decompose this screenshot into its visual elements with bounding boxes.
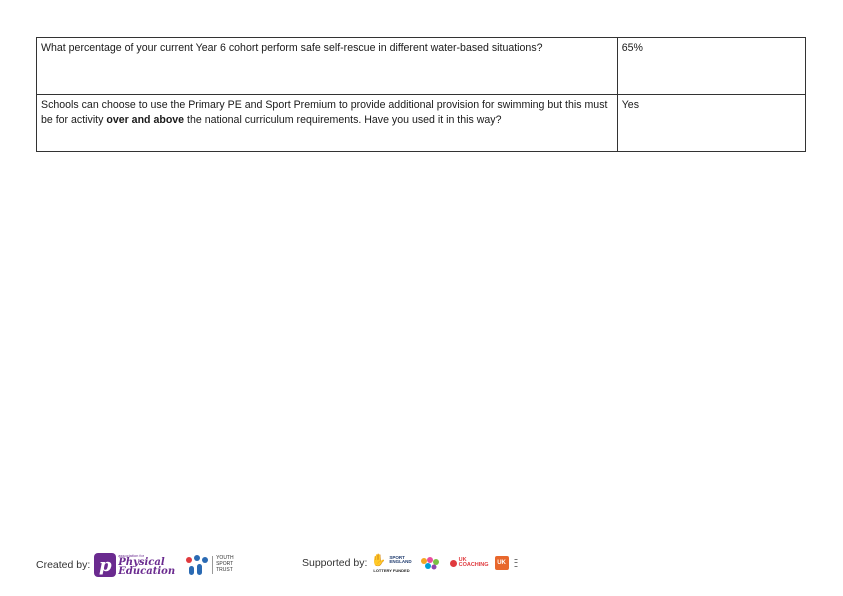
uk-coaching-dot-icon [449,559,457,567]
lottery-funded-text: LOTTERY FUNDED [373,568,410,573]
question-cell: What percentage of your current Year 6 c… [36,37,618,95]
uk-active-logo: UK [494,556,509,570]
sport-england-logo: ✋ SPORT ENGLAND LOTTERY FUNDED [371,553,411,573]
afpe-logo: p association for Physical Education [94,553,175,577]
table-row: What percentage of your current Year 6 c… [36,37,807,95]
youth-sport-trust-logo: YOUTH SPORT TRUST [183,553,234,577]
yst-figures-icon [183,553,209,577]
answer-cell: Yes [616,94,807,152]
table-row: Schools can choose to use the Primary PE… [36,94,807,152]
swimming-questions-table: What percentage of your current Year 6 c… [36,37,807,152]
question-emphasis: over and above [106,114,185,127]
question-cell: Schools can choose to use the Primary PE… [36,94,618,152]
ukc-line2: COACHING [458,562,489,568]
created-by: Created by: p association for Physical E… [36,553,234,577]
se-line2: ENGLAND [389,559,412,564]
afpe-line2: Education [118,565,176,577]
answer-cell: 65% [616,37,807,95]
uk-active-tagline-icon: ▬ ▬ ▬ [514,556,518,568]
yst-line3: TRUST [216,566,233,573]
question-text: the national curriculum requirements. Ha… [184,114,502,127]
supported-by-label: Supported by: [302,557,368,569]
created-by-label: Created by: [36,559,91,571]
afpe-mark-icon: p [94,553,117,577]
lottery-hand-icon: ✋ [371,553,387,567]
supported-by: Supported by: ✋ SPORT ENGLAND LOTTERY FU… [302,553,518,573]
uk-coaching-logo: UK COACHING [449,557,489,568]
colourful-burst-logo-icon [418,555,444,571]
